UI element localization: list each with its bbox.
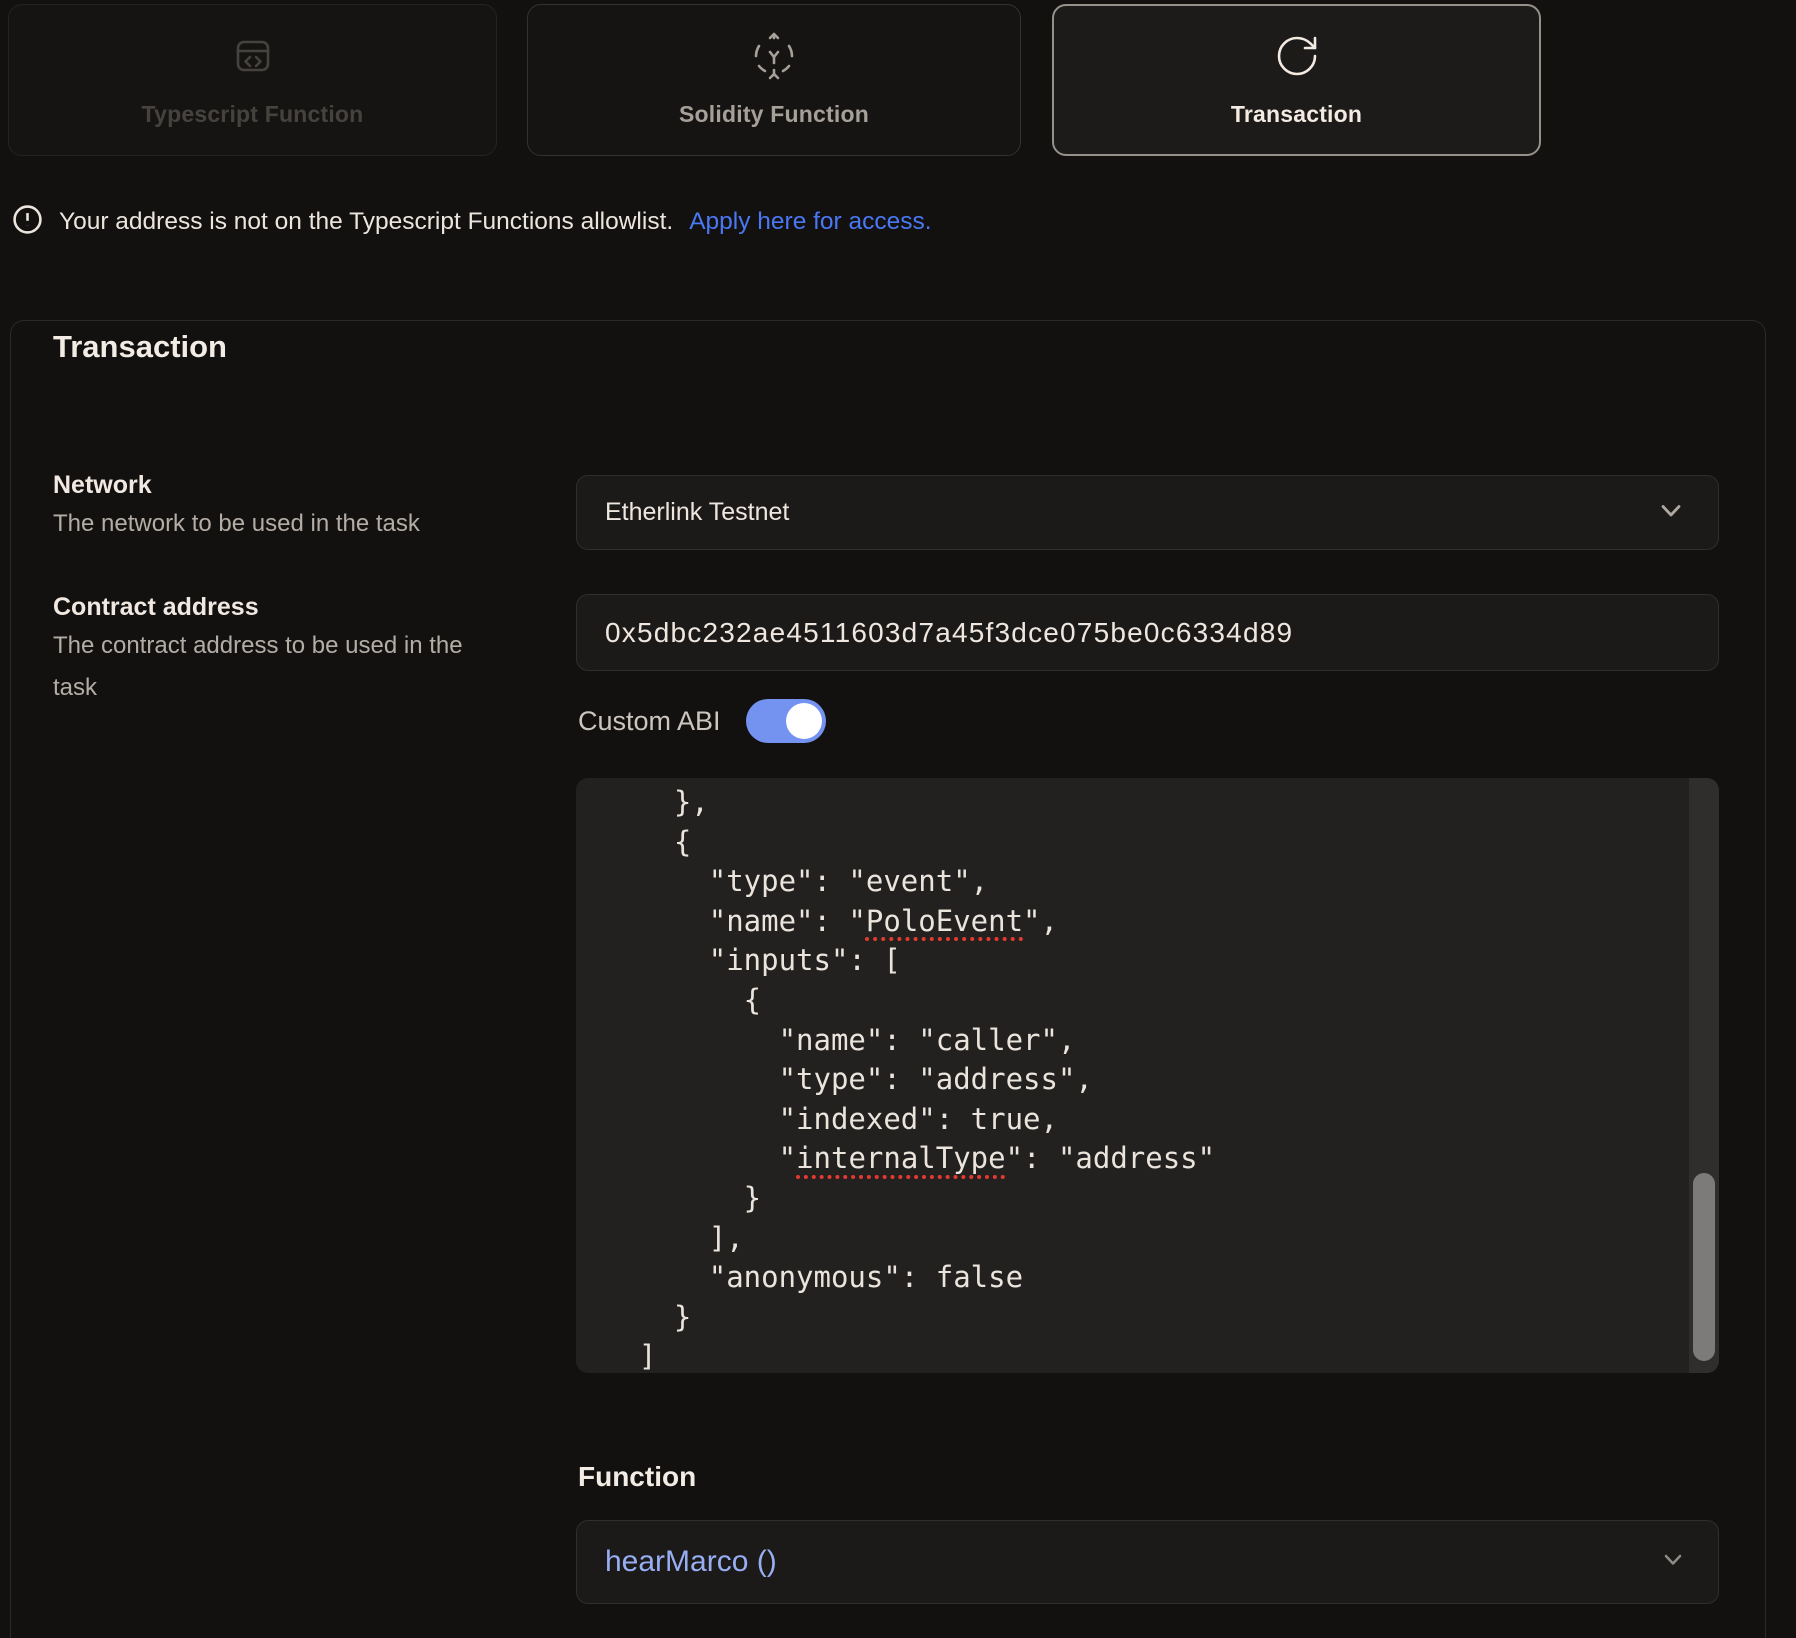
contract-address-input[interactable]: 0x5dbc232ae4511603d7a45f3dce075be0c6334d…	[576, 594, 1719, 671]
apply-access-link[interactable]: Apply here for access.	[689, 208, 931, 236]
custom-abi-label: Custom ABI	[578, 706, 721, 737]
tab-transaction[interactable]: Transaction	[1052, 4, 1541, 156]
rotate-cw-icon	[1273, 32, 1321, 85]
code-window-icon	[229, 32, 277, 85]
network-select[interactable]: Etherlink Testnet	[576, 475, 1719, 550]
tab-label: Solidity Function	[679, 101, 869, 128]
alert-circle-icon	[12, 204, 43, 240]
abi-editor-scrollbar[interactable]	[1689, 778, 1719, 1373]
contract-address-label: Contract address	[53, 593, 259, 622]
toggle-knob	[786, 703, 822, 739]
function-select[interactable]: hearMarco ()	[576, 1520, 1719, 1604]
function-selected-value: hearMarco ()	[577, 1545, 777, 1579]
abi-editor[interactable]: }, { "type": "event", "name": "PoloEvent…	[576, 778, 1719, 1373]
abi-editor-content: }, { "type": "event", "name": "PoloEvent…	[576, 778, 1719, 1373]
allowlist-alert: Your address is not on the Typescript Fu…	[12, 204, 932, 240]
transaction-panel: Transaction Network The network to be us…	[10, 320, 1766, 1638]
custom-abi-toggle[interactable]	[746, 699, 826, 743]
contract-address-value: 0x5dbc232ae4511603d7a45f3dce075be0c6334d…	[577, 617, 1293, 649]
function-label: Function	[578, 1461, 696, 1493]
chevron-down-icon	[1654, 493, 1688, 532]
contract-address-description: The contract address to be used in the t…	[53, 625, 473, 709]
tab-label: Transaction	[1231, 101, 1362, 128]
tab-label: Typescript Function	[142, 101, 364, 128]
alert-text: Your address is not on the Typescript Fu…	[59, 208, 673, 236]
deploy-icon	[750, 32, 798, 85]
abi-editor-scrollbar-thumb[interactable]	[1693, 1173, 1715, 1361]
network-selected-value: Etherlink Testnet	[577, 498, 789, 527]
network-label: Network	[53, 471, 152, 500]
tab-solidity-function[interactable]: Solidity Function	[527, 4, 1021, 156]
chevron-down-icon	[1658, 1545, 1688, 1580]
tab-typescript-function[interactable]: Typescript Function	[8, 4, 497, 156]
network-description: The network to be used in the task	[53, 503, 473, 545]
panel-title: Transaction	[53, 329, 227, 365]
